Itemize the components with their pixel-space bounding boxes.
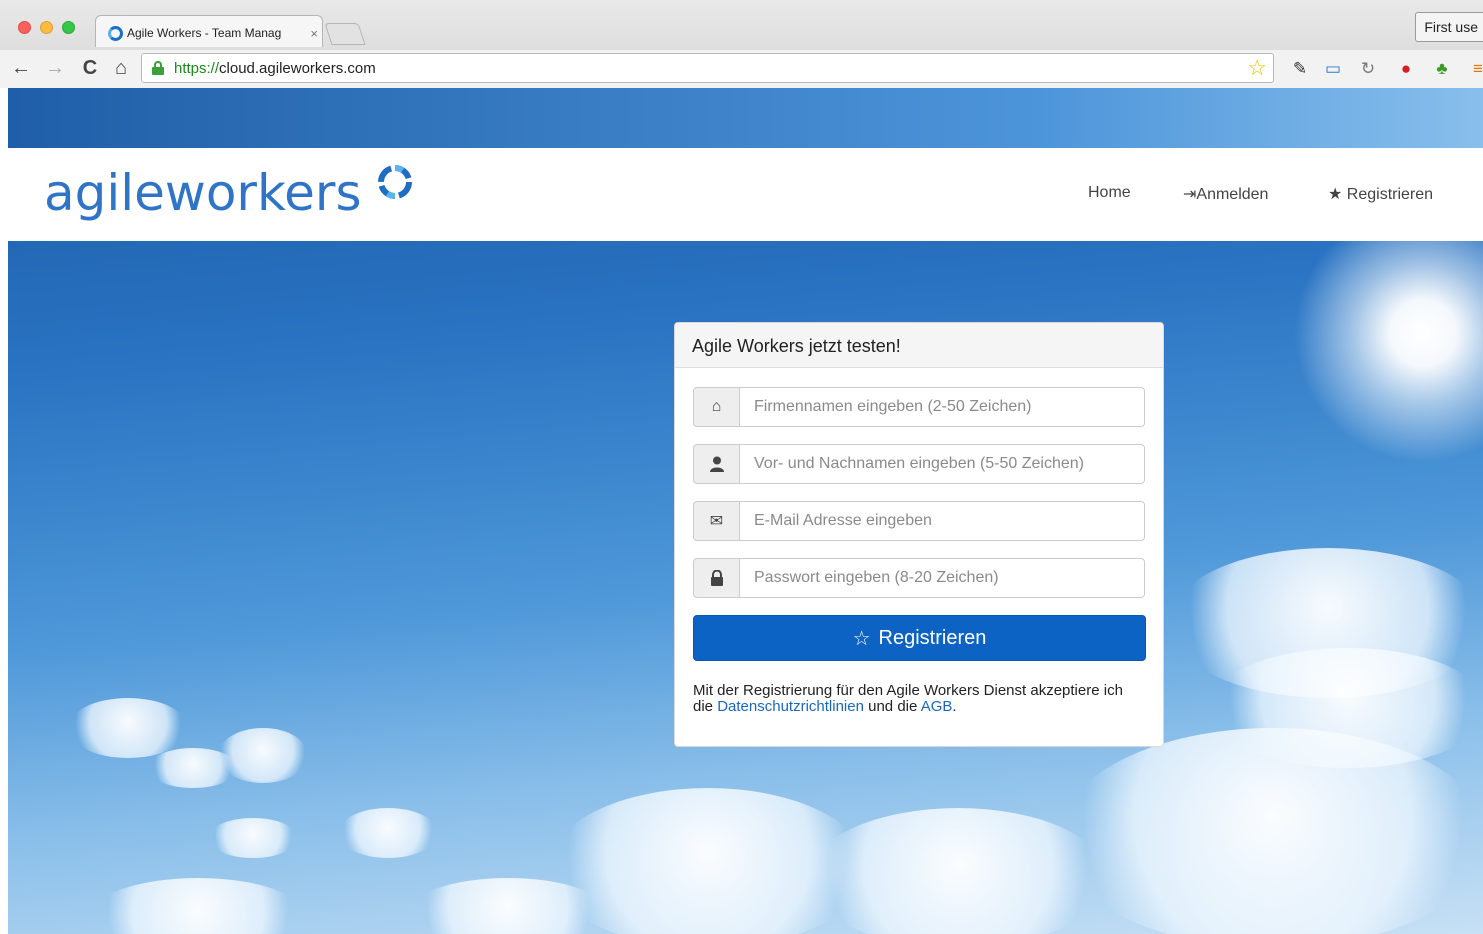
cloud [208,818,298,858]
star-icon: ★ [1328,186,1343,203]
envelope-icon: ✉ [693,501,739,541]
sky-strip [8,88,1483,148]
lock-icon [152,61,164,75]
zoom-window-button[interactable] [62,21,75,34]
profile-button[interactable]: First use [1415,12,1483,42]
company-input-group: ⌂ [693,387,1145,427]
page-background: agileworkers Home ⇥Anmelden ★ Registrier… [8,88,1483,934]
forward-icon[interactable]: → [44,56,66,80]
sync-extension-icon[interactable]: ↻ [1358,59,1378,79]
register-submit-button[interactable]: ☆ Registrieren [693,615,1146,661]
company-name-input[interactable] [739,387,1145,427]
password-input-group [693,558,1145,598]
menu-icon[interactable]: ≡ [1468,59,1483,79]
reload-icon[interactable]: C [79,56,101,80]
star-outline-icon: ☆ [852,627,871,650]
cloud [218,728,308,783]
password-input[interactable] [739,558,1145,598]
full-name-input[interactable] [739,444,1145,484]
nav-home-link[interactable]: Home [1088,184,1131,202]
nav-register-link[interactable]: ★ Registrieren [1328,184,1433,204]
url-text[interactable]: https://cloud.agileworkers.com [174,60,376,77]
new-tab-button[interactable] [324,23,366,45]
favicon-icon [108,25,123,41]
agb-link[interactable]: AGB [921,698,953,715]
logo-ring-icon [378,165,412,199]
logo[interactable]: agileworkers [44,164,362,222]
close-window-button[interactable] [18,21,31,34]
cloud [1208,648,1483,768]
bookmark-star-icon[interactable]: ☆ [1247,56,1267,80]
register-button-label: Registrieren [878,626,987,649]
sun-glow [1293,203,1483,463]
cloud [68,698,188,758]
lock-icon [693,558,739,598]
screenshot-extension-icon[interactable]: ▭ [1323,59,1343,79]
tab-title: Agile Workers - Team Manag [127,26,282,40]
email-input-group: ✉ [693,501,1145,541]
browser-tab-content[interactable]: Agile Workers - Team Manag × [108,19,318,47]
cloud [338,808,438,858]
signup-heading: Agile Workers jetzt testen! [675,323,1163,368]
name-input-group [693,444,1145,484]
browser-chrome: Agile Workers - Team Manag × First use ←… [0,0,1483,88]
browser-toolbar: ← → C ⌂ https://cloud.agileworkers.com ☆… [0,50,1483,88]
tab-close-icon[interactable]: × [310,26,318,41]
login-icon: ⇥ [1183,186,1197,203]
back-icon[interactable]: ← [10,56,32,80]
cloud [88,878,308,934]
email-input[interactable] [739,501,1145,541]
minimize-window-button[interactable] [40,21,53,34]
home-icon[interactable]: ⌂ [110,56,132,80]
home-icon: ⌂ [693,387,739,427]
user-icon [693,444,739,484]
address-bar[interactable]: https://cloud.agileworkers.com ☆ [141,53,1274,83]
evernote-extension-icon[interactable]: ♣ [1432,59,1452,79]
adblock-extension-icon[interactable]: ● [1396,59,1416,79]
nav-login-link[interactable]: ⇥Anmelden [1183,184,1268,204]
signup-panel: Agile Workers jetzt testen! ⌂ ✉ [674,322,1164,747]
eyedropper-extension-icon[interactable]: ✎ [1290,59,1310,79]
site-navbar: agileworkers Home ⇥Anmelden ★ Registrier… [8,148,1483,241]
privacy-policy-link[interactable]: Datenschutzrichtlinien [717,698,864,715]
signup-form: ⌂ ✉ ☆ Registrieren [675,368,1163,734]
terms-text: Mit der Registrierung für den Agile Work… [693,682,1123,715]
